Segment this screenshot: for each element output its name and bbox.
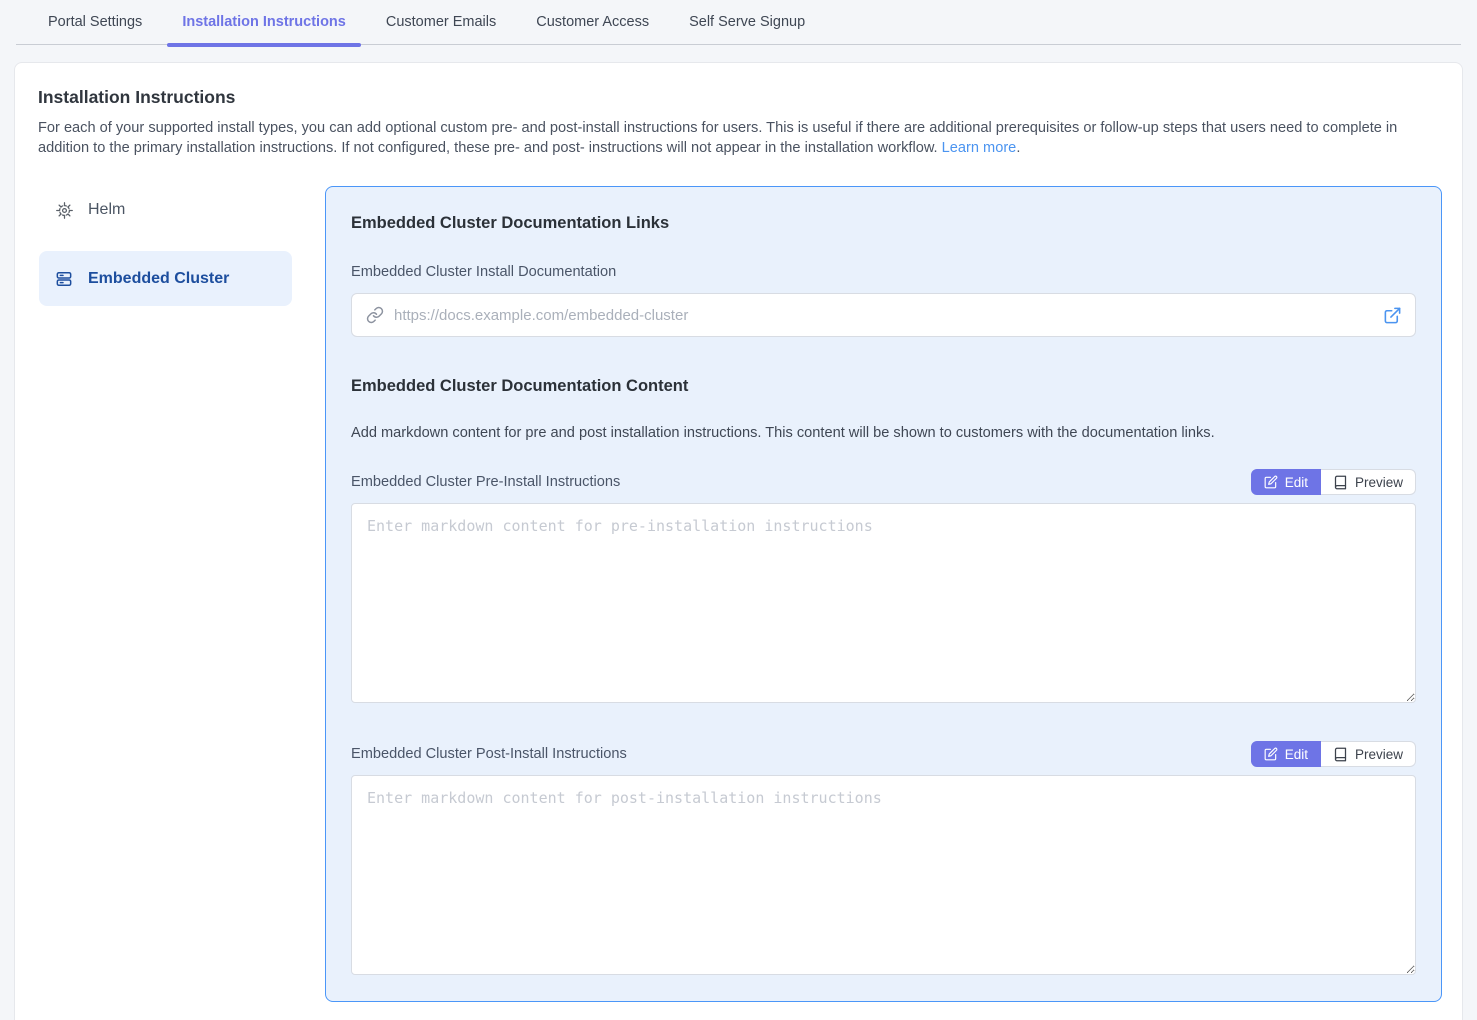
preview-button[interactable]: Preview — [1321, 469, 1416, 495]
edit-icon — [1264, 747, 1278, 761]
installation-instructions-card: Installation Instructions For each of yo… — [14, 62, 1463, 1020]
sidebar-item-label: Embedded Cluster — [88, 270, 229, 288]
post-install-mode-toggle: Edit Preview — [1251, 741, 1416, 767]
sidebar-item-label: Helm — [88, 201, 125, 219]
pre-install-mode-toggle: Edit Preview — [1251, 469, 1416, 495]
sidebar-item-embedded-cluster[interactable]: Embedded Cluster — [39, 251, 292, 306]
pre-install-label: Embedded Cluster Pre-Install Instruction… — [351, 474, 620, 490]
learn-more-link[interactable]: Learn more — [942, 140, 1017, 156]
book-icon — [1333, 475, 1348, 490]
preview-button-label: Preview — [1355, 747, 1403, 762]
documentation-content-description: Add markdown content for pre and post in… — [351, 425, 1416, 441]
link-icon — [366, 306, 384, 324]
pre-install-instructions-textarea[interactable] — [351, 503, 1416, 703]
page-title: Installation Instructions — [38, 87, 1442, 108]
post-install-instructions-textarea[interactable] — [351, 775, 1416, 975]
helm-logo-icon — [54, 201, 74, 220]
install-documentation-label: Embedded Cluster Install Documentation — [351, 264, 1416, 280]
server-stack-icon — [54, 269, 74, 289]
page-description-period: . — [1016, 140, 1020, 156]
documentation-links-heading: Embedded Cluster Documentation Links — [351, 214, 1416, 233]
page-description-text: For each of your supported install types… — [38, 120, 1397, 156]
page-description: For each of your supported install types… — [38, 118, 1442, 158]
tab-customer-access[interactable]: Customer Access — [521, 0, 664, 44]
settings-tab-bar: Portal Settings Installation Instruction… — [16, 0, 1461, 45]
edit-button-label: Edit — [1285, 747, 1308, 762]
sidebar-item-helm[interactable]: Helm — [39, 186, 292, 234]
external-link-icon[interactable] — [1383, 306, 1402, 325]
install-documentation-url-input[interactable] — [394, 307, 1373, 324]
edit-button[interactable]: Edit — [1251, 741, 1321, 767]
install-documentation-url-field — [351, 293, 1416, 337]
preview-button-label: Preview — [1355, 475, 1403, 490]
documentation-content-heading: Embedded Cluster Documentation Content — [351, 377, 1416, 396]
book-icon — [1333, 747, 1348, 762]
tab-self-serve-signup[interactable]: Self Serve Signup — [674, 0, 820, 44]
tab-installation-instructions[interactable]: Installation Instructions — [167, 0, 361, 44]
tab-portal-settings[interactable]: Portal Settings — [33, 0, 157, 44]
tab-customer-emails[interactable]: Customer Emails — [371, 0, 511, 44]
install-type-nav: Helm Embedded Cluster — [38, 186, 292, 323]
preview-button[interactable]: Preview — [1321, 741, 1416, 767]
edit-button-label: Edit — [1285, 475, 1308, 490]
embedded-cluster-panel: Embedded Cluster Documentation Links Emb… — [325, 186, 1442, 1002]
edit-button[interactable]: Edit — [1251, 469, 1321, 495]
post-install-editor-header: Embedded Cluster Post-Install Instructio… — [351, 741, 1416, 767]
post-install-label: Embedded Cluster Post-Install Instructio… — [351, 746, 627, 762]
edit-icon — [1264, 475, 1278, 489]
pre-install-editor-header: Embedded Cluster Pre-Install Instruction… — [351, 469, 1416, 495]
content-row: Helm Embedded Cluster Embedded Cluster D… — [38, 186, 1442, 1002]
